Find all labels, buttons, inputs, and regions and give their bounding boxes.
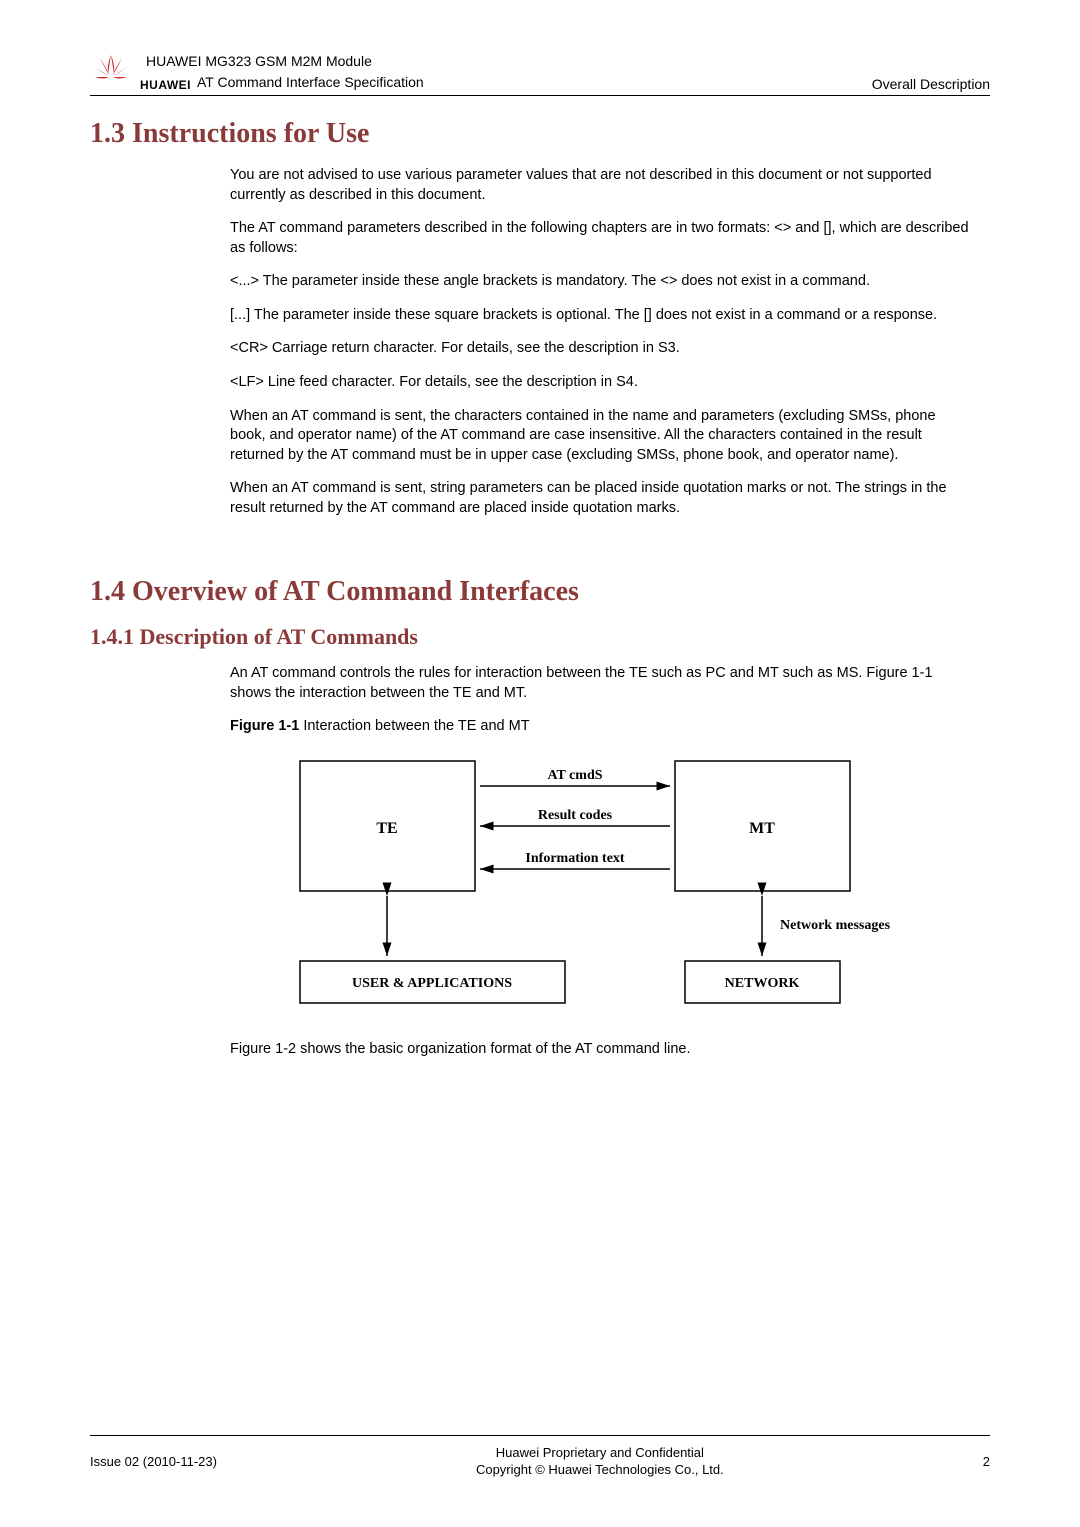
- diagram-result-codes-label: Result codes: [538, 808, 613, 823]
- diagram-te-label: TE: [376, 820, 397, 837]
- section-1-4-content: An AT command controls the rules for int…: [230, 664, 970, 1059]
- page-footer: Issue 02 (2010-11-23) Huawei Proprietary…: [90, 1435, 990, 1479]
- logo-text: HUAWEI: [140, 78, 191, 92]
- para: <LF> Line feed character. For details, s…: [230, 373, 970, 393]
- footer-issue: Issue 02 (2010-11-23): [90, 1454, 217, 1469]
- para: The AT command parameters described in t…: [230, 219, 970, 258]
- header-section-name: Overall Description: [872, 76, 990, 92]
- diagram-user-apps-label: USER & APPLICATIONS: [352, 976, 512, 991]
- header-title-line1: HUAWEI MG323 GSM M2M Module: [146, 51, 424, 71]
- footer-line2: Copyright © Huawei Technologies Co., Ltd…: [217, 1461, 983, 1479]
- footer-center: Huawei Proprietary and Confidential Copy…: [217, 1444, 983, 1479]
- footer-page-number: 2: [983, 1454, 990, 1469]
- para: <...> The parameter inside these angle b…: [230, 272, 970, 292]
- diagram-network-label: NETWORK: [725, 976, 800, 991]
- diagram-info-text-label: Information text: [525, 851, 624, 866]
- para: <CR> Carriage return character. For deta…: [230, 339, 970, 359]
- footer-line1: Huawei Proprietary and Confidential: [217, 1444, 983, 1462]
- section-1-4-1-title: 1.4.1 Description of AT Commands: [90, 624, 990, 650]
- huawei-logo-icon: [90, 50, 132, 92]
- para: When an AT command is sent, string param…: [230, 479, 970, 518]
- header-title-line2: AT Command Interface Specification: [197, 72, 424, 92]
- para: You are not advised to use various param…: [230, 166, 970, 205]
- para: When an AT command is sent, the characte…: [230, 407, 970, 466]
- figure-caption-text: Interaction between the TE and MT: [299, 718, 529, 734]
- diagram-mt-label: MT: [749, 820, 775, 837]
- section-1-4-title: 1.4 Overview of AT Command Interfaces: [90, 576, 990, 608]
- figure-1-1-diagram: TE MT AT cmdS Result codes Information t…: [290, 751, 970, 1016]
- diagram-at-cmds-label: AT cmdS: [547, 768, 602, 783]
- diagram-network-messages-label: Network messages: [780, 918, 891, 933]
- section-1-3-content: You are not advised to use various param…: [230, 166, 970, 518]
- figure-1-1-caption: Figure 1-1 Interaction between the TE an…: [230, 717, 970, 737]
- section-1-3-title: 1.3 Instructions for Use: [90, 118, 990, 150]
- page-header: HUAWEI MG323 GSM M2M Module HUAWEI AT Co…: [90, 50, 990, 96]
- logo-block: HUAWEI MG323 GSM M2M Module HUAWEI AT Co…: [90, 50, 424, 92]
- para: An AT command controls the rules for int…: [230, 664, 970, 703]
- para: Figure 1-2 shows the basic organization …: [230, 1040, 970, 1060]
- figure-label: Figure 1-1: [230, 718, 299, 734]
- para: [...] The parameter inside these square …: [230, 306, 970, 326]
